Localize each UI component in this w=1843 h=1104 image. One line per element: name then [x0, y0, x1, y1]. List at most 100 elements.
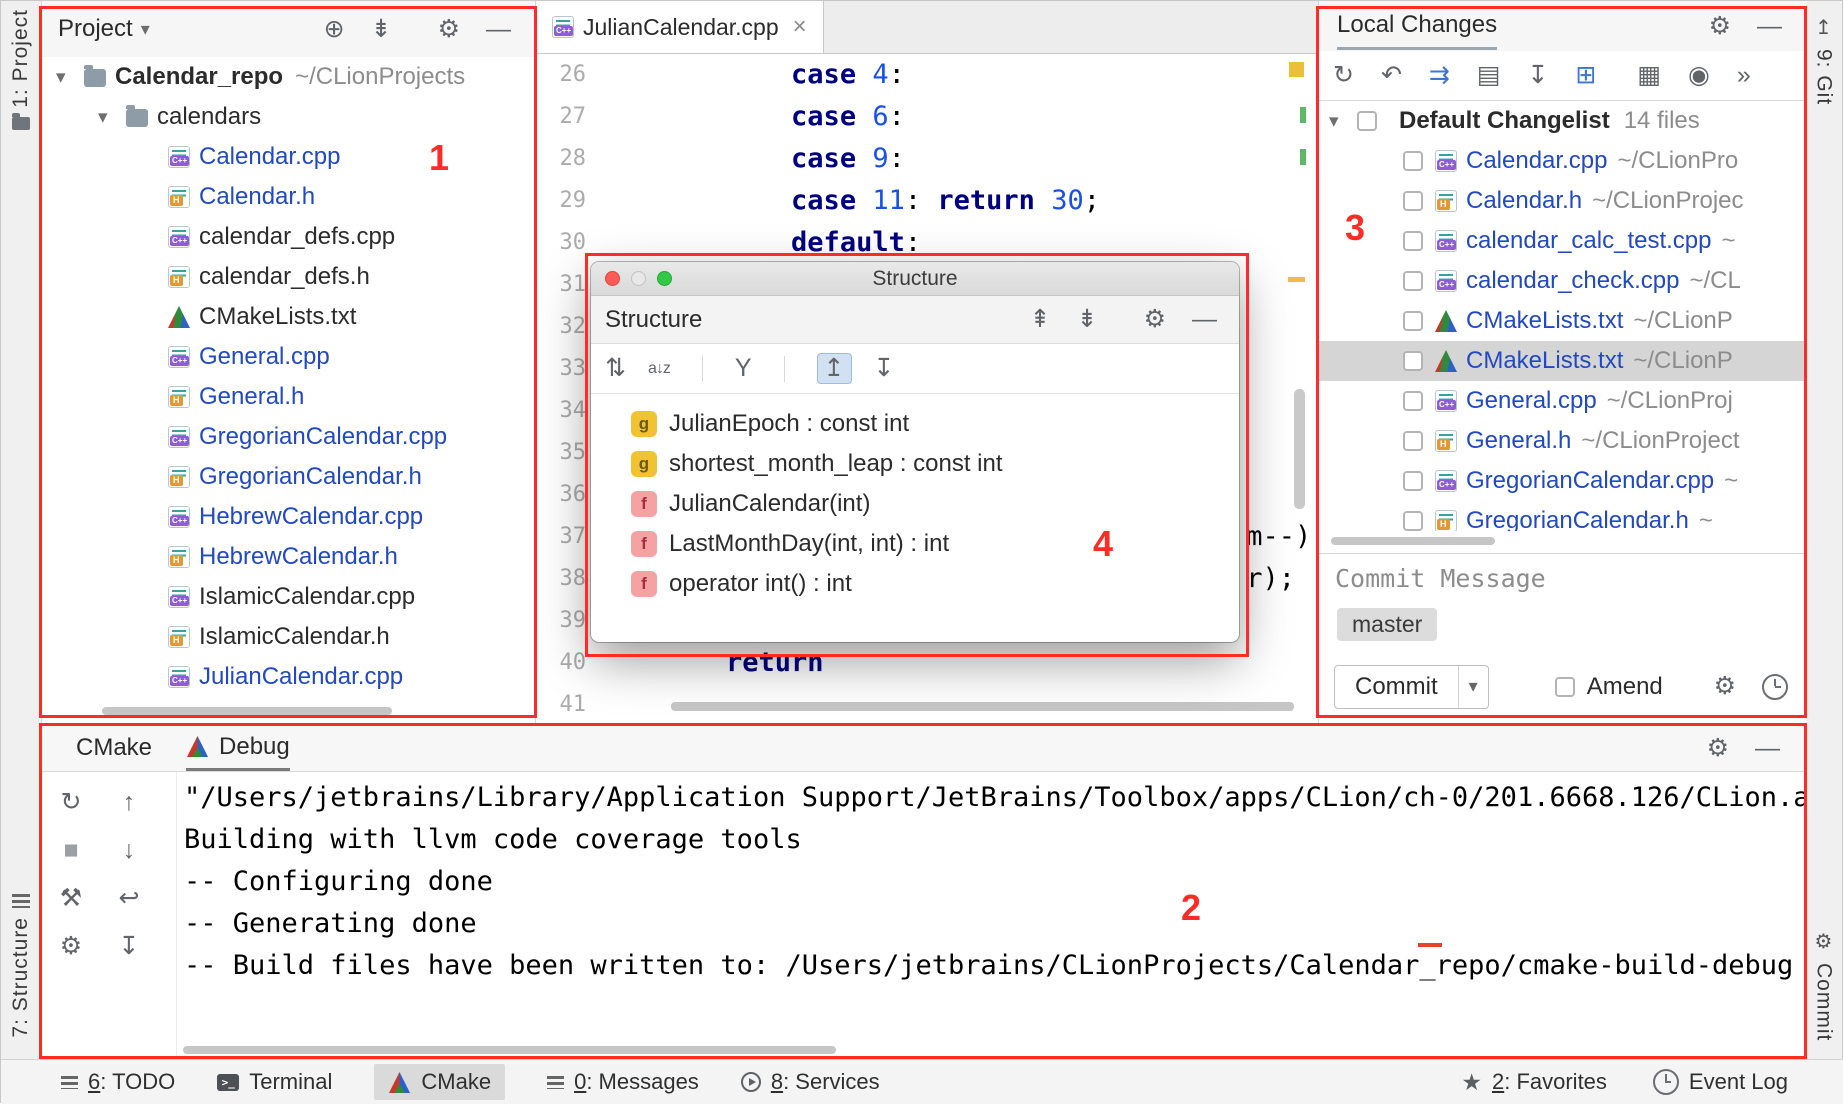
error-stripe-warning-mark[interactable]	[1289, 62, 1304, 77]
local-changes-title[interactable]: Local Changes	[1337, 11, 1497, 50]
statusbar-todo[interactable]: 6: TODO	[61, 1069, 175, 1095]
refresh-icon[interactable]: ↻	[1333, 63, 1354, 88]
file-checkbox[interactable]	[1403, 471, 1423, 491]
gear-icon[interactable]: ⚙	[1144, 307, 1166, 332]
locate-file-icon[interactable]: ⊕	[324, 17, 345, 42]
commit-push-icon[interactable]: ⇉	[1429, 63, 1450, 88]
tab-debug[interactable]: Debug	[186, 725, 290, 771]
rollback-icon[interactable]: ↶	[1381, 63, 1402, 88]
file-checkbox[interactable]	[1403, 151, 1423, 171]
gear-icon[interactable]: ⚙	[60, 934, 82, 959]
editor-tab-juliancalendar[interactable]: JulianCalendar.cpp ×	[536, 1, 824, 53]
collapse-all-icon[interactable]: ⇟	[1077, 307, 1098, 332]
statusbar-terminal[interactable]: >_ Terminal	[217, 1069, 332, 1095]
branch-chip[interactable]: master	[1337, 608, 1437, 641]
project-tree-row[interactable]: GregorianCalendar.cpp	[42, 417, 535, 457]
file-checkbox[interactable]	[1403, 191, 1423, 211]
changed-file-row[interactable]: Calendar.cpp ~/CLionPro	[1319, 141, 1806, 181]
changes-horizontal-scrollbar[interactable]	[1331, 537, 1495, 545]
changed-file-row[interactable]: Calendar.h ~/CLionProjec	[1319, 181, 1806, 221]
commit-button[interactable]: Commit ▾	[1334, 665, 1489, 709]
sort-by-visibility-icon[interactable]: ⇅	[605, 356, 626, 381]
changed-file-row[interactable]: CMakeLists.txt ~/CLionP	[1319, 301, 1806, 341]
structure-item[interactable]: g shortest_month_leap : const int	[591, 444, 1239, 484]
project-tree-row[interactable]: General.h	[42, 377, 535, 417]
soft-wrap-icon[interactable]: ↩	[119, 886, 140, 911]
chevron-down-icon[interactable]: ▾	[141, 19, 150, 40]
autoscroll-to-source-icon[interactable]: ↧	[874, 356, 895, 381]
file-checkbox[interactable]	[1403, 431, 1423, 451]
structure-item[interactable]: g JulianEpoch : const int	[591, 404, 1239, 444]
toolwindow-button-commit[interactable]: ⚙ Commit	[1805, 929, 1842, 1041]
gear-icon[interactable]: ⚙	[1709, 14, 1731, 39]
changed-file-row[interactable]: General.cpp ~/CLionProj	[1319, 381, 1806, 421]
changed-file-row[interactable]: calendar_check.cpp ~/CL	[1319, 261, 1806, 301]
close-icon[interactable]: ×	[793, 13, 807, 41]
collapse-all-icon[interactable]: ⇟	[371, 17, 392, 42]
scroll-to-end-icon[interactable]: ↧	[119, 934, 140, 959]
project-tree-row[interactable]: General.cpp	[42, 337, 535, 377]
project-tree-row[interactable]: HebrewCalendar.cpp	[42, 497, 535, 537]
move-to-changelist-icon[interactable]: ⊞	[1575, 63, 1596, 88]
expand-all-icon[interactable]: ⇞	[1030, 307, 1051, 332]
structure-item[interactable]: f LastMonthDay(int, int) : int	[591, 524, 1239, 564]
statusbar-favorites[interactable]: ★ 2: Favorites	[1461, 1069, 1607, 1096]
file-checkbox[interactable]	[1403, 271, 1423, 291]
stop-icon[interactable]: ■	[63, 838, 78, 863]
tree-caret-icon[interactable]: ▾	[98, 106, 126, 129]
project-tree-row[interactable]: JulianCalendar.cpp	[42, 657, 535, 697]
changed-file-row[interactable]: calendar_calc_test.cpp ~	[1319, 221, 1806, 261]
toolwindow-button-structure[interactable]: 7: Structure	[1, 894, 41, 1038]
commit-message-area[interactable]: Commit Message master	[1319, 553, 1806, 649]
tab-cmake[interactable]: CMake	[76, 725, 152, 771]
gear-icon[interactable]: ⚙	[438, 17, 460, 42]
project-tree-row[interactable]: ▾ calendars	[42, 97, 535, 137]
changed-file-row[interactable]: CMakeLists.txt ~/CLionP	[1319, 341, 1806, 381]
preview-diff-icon[interactable]: ◉	[1688, 63, 1710, 88]
code-line[interactable]: 26 case 4:	[536, 54, 1318, 96]
project-tree-row[interactable]: GregorianCalendar.h	[42, 457, 535, 497]
hide-toolwindow-icon[interactable]: —	[1755, 736, 1780, 761]
scroll-from-source-icon[interactable]: ↥	[817, 353, 852, 384]
structure-item[interactable]: f JulianCalendar(int)	[591, 484, 1239, 524]
filter-icon[interactable]: Y	[735, 356, 752, 381]
code-line[interactable]: 30 default:	[536, 222, 1318, 264]
changed-file-row[interactable]: GregorianCalendar.h ~	[1319, 501, 1806, 531]
commit-dropdown-arrow[interactable]: ▾	[1458, 666, 1488, 708]
history-clock-icon[interactable]	[1762, 674, 1788, 700]
file-checkbox[interactable]	[1403, 311, 1423, 331]
console-horizontal-scrollbar[interactable]	[183, 1046, 836, 1054]
changed-file-row[interactable]: GregorianCalendar.cpp ~	[1319, 461, 1806, 501]
down-icon[interactable]: ↓	[123, 838, 136, 863]
file-checkbox[interactable]	[1403, 391, 1423, 411]
more-icon[interactable]: »	[1737, 63, 1751, 88]
code-line[interactable]: 29 case 11: return 30;	[536, 180, 1318, 222]
group-by-icon[interactable]: ▦	[1637, 63, 1661, 88]
caret-icon[interactable]: ▾	[1329, 110, 1357, 133]
project-tree-row[interactable]: IslamicCalendar.h	[42, 617, 535, 657]
changelist-checkbox[interactable]	[1357, 111, 1377, 131]
statusbar-cmake[interactable]: CMake	[374, 1064, 505, 1100]
project-tree-row[interactable]: HebrewCalendar.h	[42, 537, 535, 577]
up-icon[interactable]: ↑	[123, 790, 136, 815]
project-tree-row[interactable]: calendar_defs.cpp	[42, 217, 535, 257]
gear-icon[interactable]: ⚙	[1714, 674, 1736, 699]
statusbar-messages[interactable]: 0: Messages	[547, 1069, 699, 1095]
hide-toolwindow-icon[interactable]: —	[486, 17, 511, 42]
file-checkbox[interactable]	[1403, 351, 1423, 371]
amend-checkbox[interactable]	[1555, 677, 1575, 697]
cmake-settings-icon[interactable]: ⚒	[60, 886, 82, 911]
statusbar-services[interactable]: 8: Services	[741, 1069, 880, 1095]
macos-titlebar[interactable]: Structure	[591, 262, 1239, 296]
editor-vertical-scrollbar[interactable]	[1294, 389, 1305, 509]
statusbar-event-log[interactable]: Event Log	[1653, 1069, 1788, 1095]
hide-toolwindow-icon[interactable]: —	[1757, 14, 1782, 39]
hide-toolwindow-icon[interactable]: —	[1192, 307, 1217, 332]
shelve-icon[interactable]: ▤	[1477, 63, 1501, 88]
changelist-row[interactable]: ▾ Default Changelist 14 files	[1319, 101, 1806, 141]
project-tree-row[interactable]: CMakeLists.txt	[42, 297, 535, 337]
sort-alphabetically-icon[interactable]: a↓z	[648, 361, 670, 377]
toolwindow-button-project[interactable]: 1: Project	[1, 9, 41, 130]
changed-file-row[interactable]: General.h ~/CLionProject	[1319, 421, 1806, 461]
structure-item[interactable]: f operator int() : int	[591, 564, 1239, 604]
